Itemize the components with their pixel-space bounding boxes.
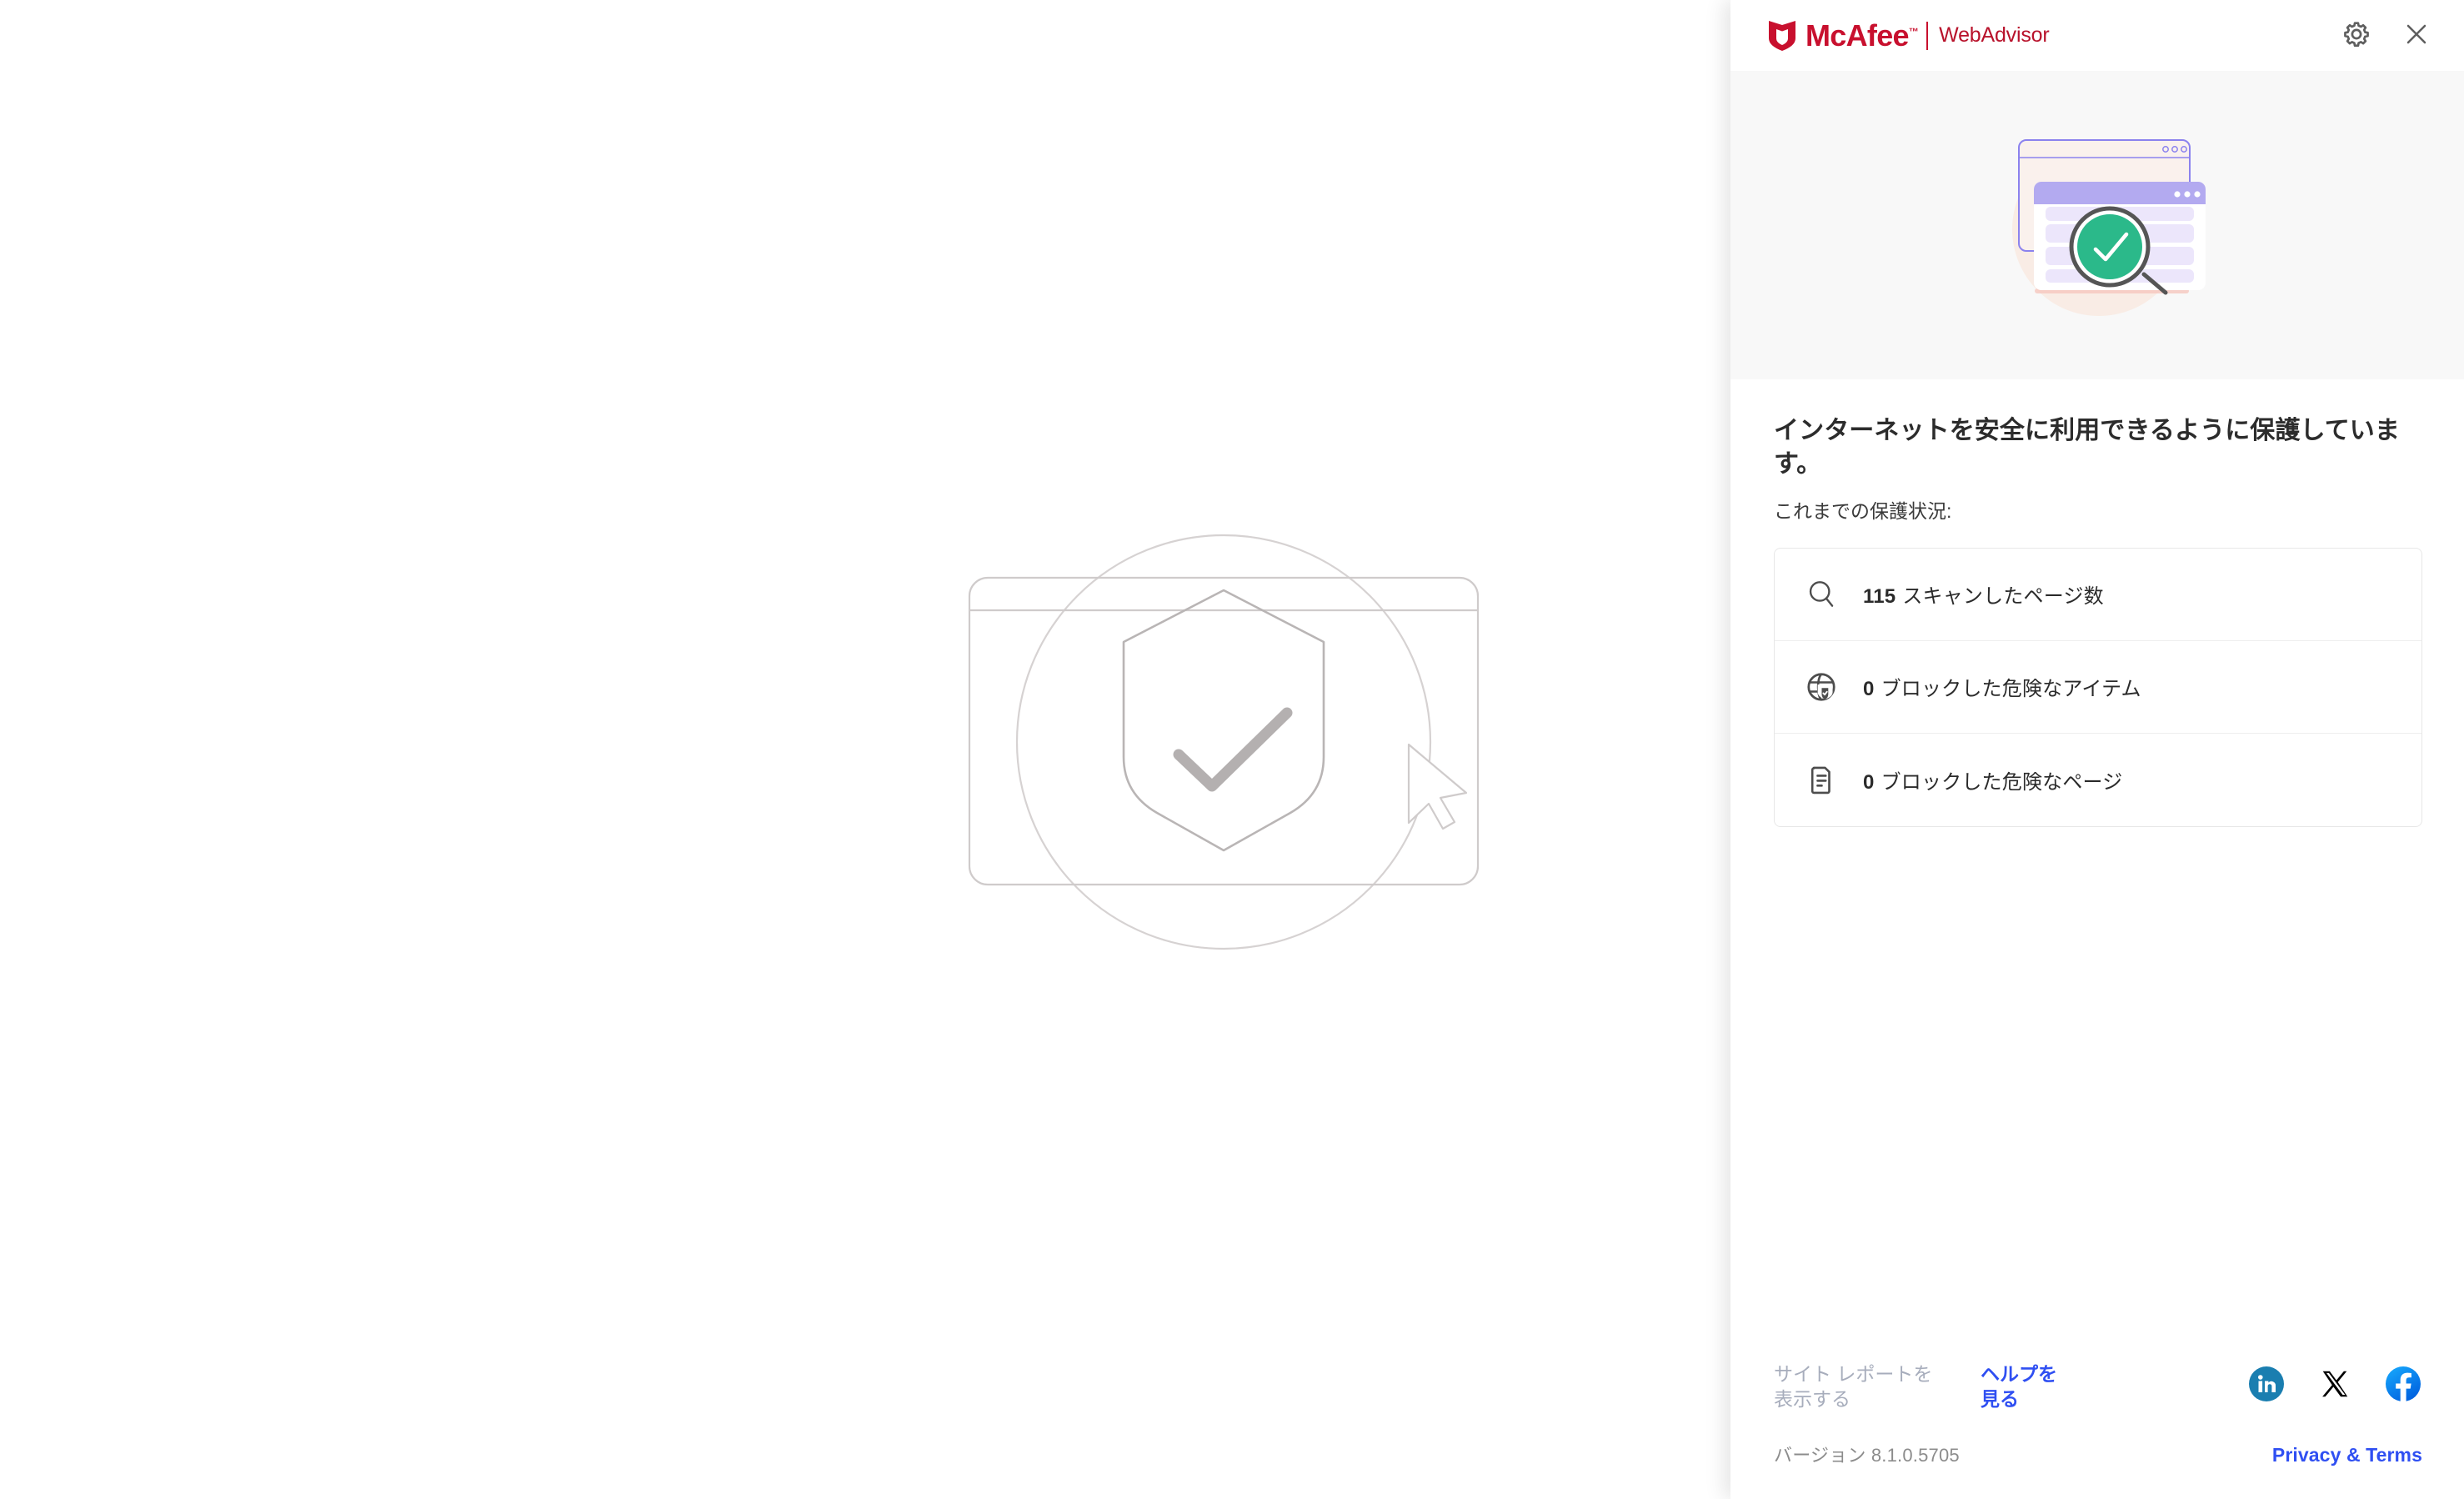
mcafee-shield-icon [1767, 19, 1797, 53]
stat-row-blocked-items: 0 ブロックした危険なアイテム [1775, 641, 2421, 734]
brand-divider [1926, 21, 1929, 50]
social-links [2247, 1361, 2422, 1403]
help-link[interactable]: ヘルプを見る [1981, 1361, 2064, 1412]
facebook-icon[interactable] [2384, 1365, 2422, 1403]
search-icon [1803, 576, 1840, 613]
document-icon [1803, 761, 1840, 798]
stat-text: 115 スキャンしたページ数 [1863, 579, 2104, 609]
panel-footer: サイト レポートを表示する ヘルプを見る バージョン 8.1.0.5705 Pr… [1730, 1361, 2464, 1499]
settings-button[interactable] [2339, 18, 2374, 53]
stat-value: 0 [1863, 678, 1875, 701]
x-twitter-icon[interactable] [2316, 1365, 2354, 1403]
site-report-link[interactable]: サイト レポートを表示する [1774, 1361, 1941, 1412]
stat-row-blocked-pages: 0 ブロックした危険なページ [1775, 734, 2421, 826]
header-actions [2339, 18, 2434, 53]
product-name: WebAdvisor [1939, 23, 2050, 47]
stat-label: ブロックした危険なページ [1881, 770, 2123, 794]
footer-links-row: サイト レポートを表示する ヘルプを見る [1774, 1361, 2422, 1412]
panel-body: インターネットを安全に利用できるように保護しています。 これまでの保護状況: 1… [1730, 379, 2464, 1361]
brand-name: McAfee™ [1805, 18, 1919, 53]
hero-illustration-band [1730, 71, 2464, 379]
protection-stats-card: 115 スキャンしたページ数 0 ブロックした危険なアイテム 0 ブロックした危… [1774, 547, 2422, 827]
linkedin-icon[interactable] [2247, 1365, 2286, 1403]
panel-header: McAfee™ WebAdvisor [1730, 0, 2464, 71]
close-button[interactable] [2399, 18, 2434, 53]
stat-text: 0 ブロックした危険なページ [1863, 765, 2122, 795]
browser-scan-check-illustration [1972, 111, 2222, 340]
close-icon [2403, 21, 2430, 50]
gear-icon [2342, 20, 2371, 51]
status-heading: インターネットを安全に利用できるように保護しています。 [1774, 417, 2400, 478]
app-root: McAfee™ WebAdvisor インターネットを安全に利用できるように保護… [0, 0, 2464, 1499]
stat-value: 0 [1863, 770, 1875, 794]
brand-logo: McAfee™ WebAdvisor [1767, 18, 2050, 53]
stat-row-scanned-pages: 115 スキャンしたページ数 [1775, 549, 2421, 641]
brand-name-text: McAfee [1805, 18, 1910, 53]
stat-value: 115 [1863, 585, 1896, 609]
page-placeholder-illustration [965, 484, 1482, 1000]
privacy-terms-link[interactable]: Privacy & Terms [2272, 1444, 2422, 1466]
version-label: バージョン 8.1.0.5705 [1774, 1445, 1960, 1466]
globe-shield-icon [1803, 669, 1840, 705]
web-page-area [0, 0, 1730, 1499]
brand-tm: ™ [1908, 25, 1919, 38]
webadvisor-panel: McAfee™ WebAdvisor インターネットを安全に利用できるように保護… [1730, 0, 2464, 1499]
stat-label: ブロックした危険なアイテム [1881, 678, 2141, 701]
footer-bottom-row: バージョン 8.1.0.5705 Privacy & Terms [1774, 1441, 2422, 1467]
stat-text: 0 ブロックした危険なアイテム [1863, 672, 2141, 701]
status-subheading: これまでの保護状況: [1774, 499, 1952, 522]
stat-label: スキャンしたページ数 [1902, 585, 2104, 609]
